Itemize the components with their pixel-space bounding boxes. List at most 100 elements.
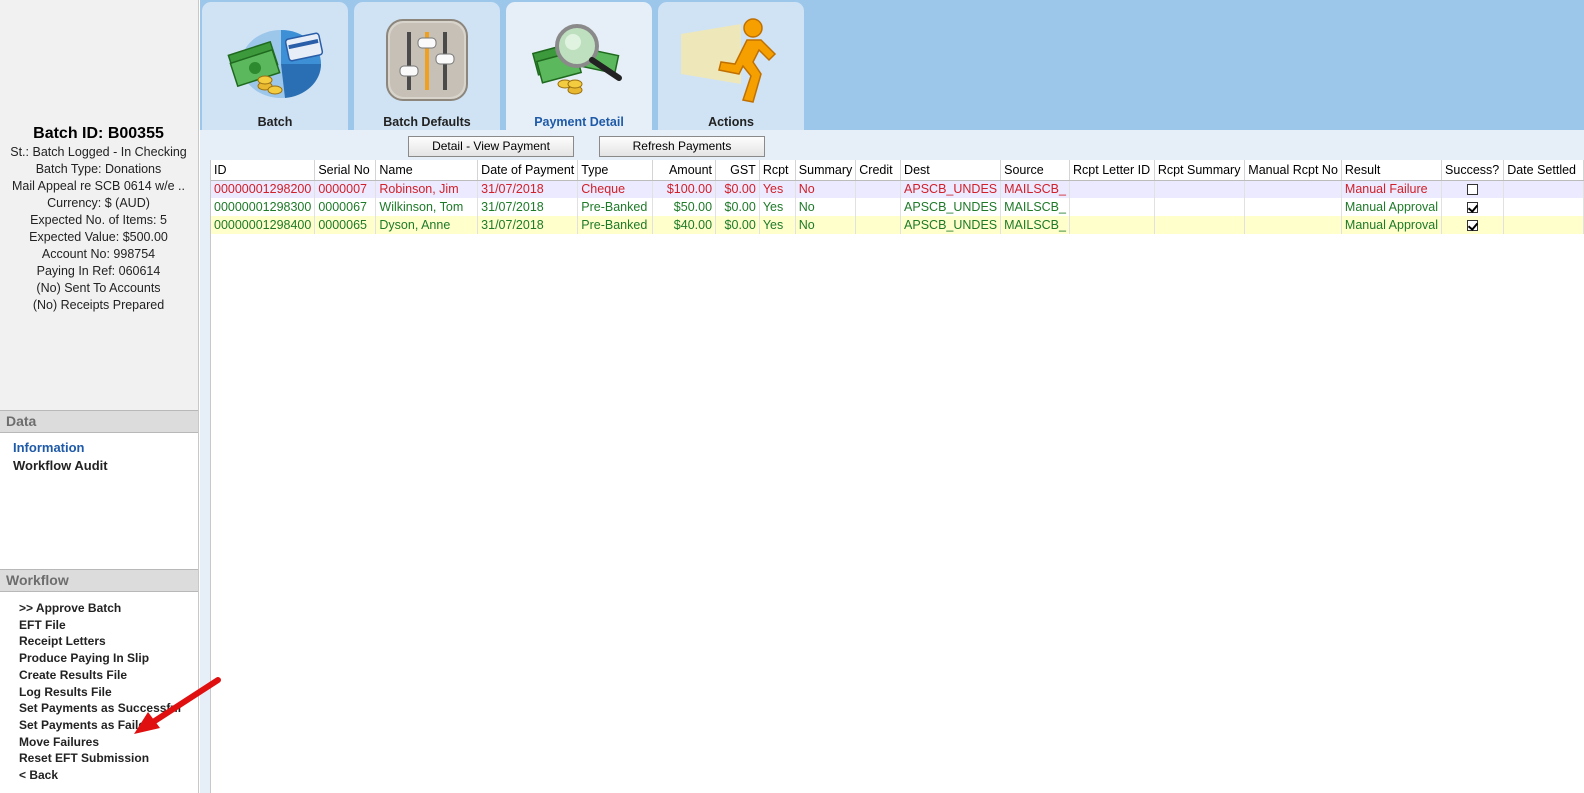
workflow-create-results-file[interactable]: Create Results File [0,667,198,684]
cell-serial-no: 0000067 [314,198,377,216]
col-header-source[interactable]: Source [1000,160,1071,181]
cell-manual-rcpt-no [1244,198,1342,216]
tab-batch-label: Batch [257,115,293,129]
batch-status: St.: Batch Logged - In Checking [10,145,187,159]
success-checkbox[interactable] [1467,202,1479,214]
sliders-icon [386,19,468,101]
col-header-date-of-payment[interactable]: Date of Payment [477,160,579,181]
col-header-result[interactable]: Result [1341,160,1443,181]
col-header-rcpt[interactable]: Rcpt [759,160,796,181]
tab-batch-defaults[interactable]: Batch Defaults [354,2,500,130]
workflow-approve-batch[interactable]: >> Approve Batch [0,600,198,617]
batch-description: Mail Appeal re SCB 0614 w/e .. [11,179,185,193]
cell-rcpt: Yes [759,216,796,234]
workflow-move-failures[interactable]: Move Failures [0,734,198,751]
col-header-manual-rcpt-no[interactable]: Manual Rcpt No [1244,160,1342,181]
top-tab-bar: Batch Batch Defaults Payment Detail Acti… [200,0,1584,130]
magnifier-money-icon [531,24,622,95]
cell-result: Manual Failure [1341,180,1443,198]
workflow-section-header[interactable]: Workflow [0,569,198,592]
col-header-id[interactable]: ID [211,160,316,181]
workflow-receipt-letters[interactable]: Receipt Letters [0,633,198,650]
success-checkbox[interactable] [1467,220,1479,232]
cell-manual-rcpt-no [1244,216,1342,234]
cell-name: Wilkinson, Tom [375,198,479,216]
cell-type: Pre-Banked [577,216,654,234]
workflow-set-payments-failed[interactable]: Set Payments as Failed [0,717,198,734]
cell-summary: No [795,180,857,198]
table-header-row: ID Serial No Name Date of Payment Type A… [211,160,1584,181]
col-header-credit[interactable]: Credit [855,160,902,181]
cell-success [1441,198,1505,216]
workflow-back[interactable]: < Back [0,767,198,784]
cell-rcpt-summary [1154,180,1246,198]
cell-serial-no: 0000065 [314,216,377,234]
table-row[interactable]: 00000001298200 0000007 Robinson, Jim 31/… [211,180,1584,198]
col-header-dest[interactable]: Dest [900,160,1002,181]
payments-grid: ID Serial No Name Date of Payment Type A… [210,160,1584,793]
cell-success [1441,180,1505,198]
cell-id: 00000001298200 [211,180,316,198]
col-header-date-settled[interactable]: Date Settled [1503,160,1584,181]
cell-rcpt-letter-id [1069,216,1155,234]
workflow-produce-paying-in-slip[interactable]: Produce Paying In Slip [0,650,198,667]
workflow-section: >> Approve Batch EFT File Receipt Letter… [0,592,198,793]
tab-batch-defaults-label: Batch Defaults [383,115,471,129]
tab-batch[interactable]: Batch [202,2,348,130]
cell-date: 31/07/2018 [477,198,579,216]
tab-payment-detail-label: Payment Detail [534,115,624,129]
cell-dest: APSCB_UNDES [900,198,1002,216]
cell-date-settled [1503,198,1584,216]
tab-actions[interactable]: Actions [658,2,804,130]
cell-source: MAILSCB_ [1000,216,1071,234]
cell-type: Pre-Banked [577,198,654,216]
cell-amount: $40.00 [652,216,717,234]
workflow-eft-file[interactable]: EFT File [0,617,198,634]
cell-gst: $0.00 [715,198,760,216]
cell-rcpt: Yes [759,180,796,198]
batch-sent-to-accounts: (No) Sent To Accounts [36,281,161,295]
cell-id: 00000001298400 [211,216,316,234]
workflow-reset-eft-submission[interactable]: Reset EFT Submission [0,750,198,767]
col-header-rcpt-letter-id[interactable]: Rcpt Letter ID [1069,160,1155,181]
col-header-amount[interactable]: Amount [652,160,717,181]
cell-rcpt: Yes [759,198,796,216]
col-header-type[interactable]: Type [577,160,654,181]
detail-view-payment-button[interactable]: Detail - View Payment [408,136,574,157]
cell-name: Dyson, Anne [375,216,479,234]
data-section: Information Workflow Audit [0,433,198,569]
col-header-name[interactable]: Name [375,160,479,181]
tab-actions-label: Actions [708,115,754,129]
tab-payment-detail[interactable]: Payment Detail [506,2,652,130]
cell-rcpt-letter-id [1069,198,1155,216]
cell-rcpt-letter-id [1069,180,1155,198]
cell-amount: $100.00 [652,180,717,198]
col-header-serial-no[interactable]: Serial No [314,160,377,181]
table-row[interactable]: 00000001298400 0000065 Dyson, Anne 31/07… [211,216,1584,234]
success-checkbox[interactable] [1467,184,1479,196]
col-header-success[interactable]: Success? [1441,160,1505,181]
data-link-workflow-audit[interactable]: Workflow Audit [0,457,198,475]
data-link-information[interactable]: Information [0,439,198,457]
cell-date-settled [1503,216,1584,234]
table-row[interactable]: 00000001298300 0000067 Wilkinson, Tom 31… [211,198,1584,216]
cell-rcpt-summary [1154,216,1246,234]
workflow-set-payments-successful[interactable]: Set Payments as Successful [0,700,198,717]
cell-result: Manual Approval [1341,198,1443,216]
running-man-icon [681,18,777,103]
batch-info-panel: Batch ID: B00355 St.: Batch Logged - In … [0,124,197,314]
col-header-summary[interactable]: Summary [795,160,857,181]
data-section-header[interactable]: Data [0,410,198,433]
cell-type: Cheque [577,180,654,198]
col-header-rcpt-summary[interactable]: Rcpt Summary [1154,160,1246,181]
workflow-log-results-file[interactable]: Log Results File [0,684,198,701]
refresh-payments-button[interactable]: Refresh Payments [599,136,765,157]
cell-amount: $50.00 [652,198,717,216]
action-toolbar: Detail - View Payment Refresh Payments [200,130,1584,160]
batch-paying-in-ref: Paying In Ref: 060614 [36,264,161,278]
col-header-gst[interactable]: GST [715,160,760,181]
batch-expected-items: Expected No. of Items: 5 [30,213,167,227]
batch-expected-value: Expected Value: $500.00 [29,230,168,244]
cell-summary: No [795,198,857,216]
cell-gst: $0.00 [715,216,760,234]
